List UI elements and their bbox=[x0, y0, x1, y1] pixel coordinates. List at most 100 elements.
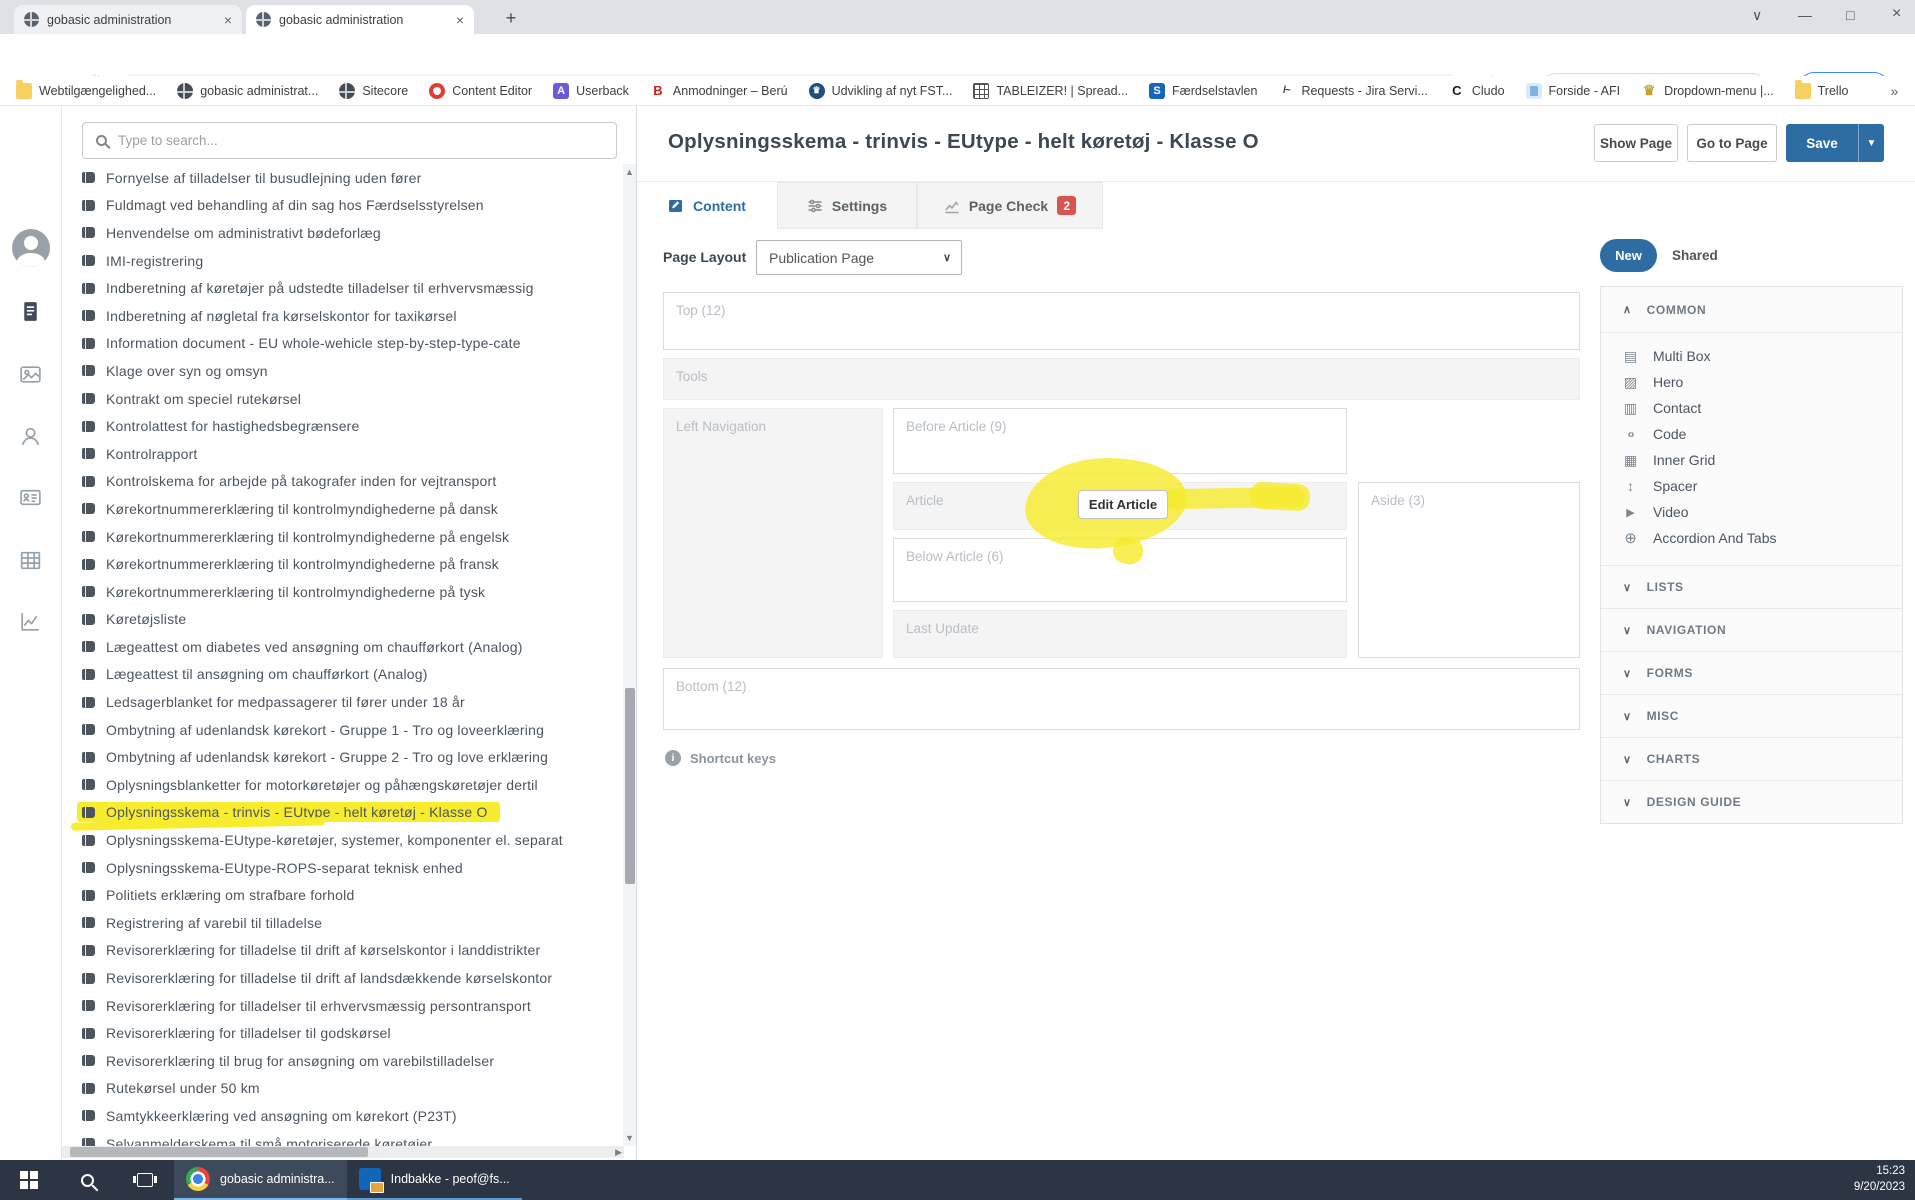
list-item[interactable]: Selvanmelderskema til små motoriserede k… bbox=[62, 1130, 625, 1146]
go-to-page-button[interactable]: Go to Page bbox=[1687, 124, 1777, 162]
list-item[interactable]: Samtykkeerklæring ved ansøgning om kørek… bbox=[62, 1102, 625, 1130]
list-item[interactable]: Kontrolskema for arbejde på takografer i… bbox=[62, 468, 625, 496]
components-shared-tab[interactable]: Shared bbox=[1672, 239, 1718, 272]
bookmark-item[interactable]: gobasic administrat... bbox=[177, 83, 318, 99]
region-last-update[interactable]: Last Update bbox=[893, 610, 1347, 658]
list-item[interactable]: Kontrolrapport bbox=[62, 440, 625, 468]
list-item[interactable]: Oplysningsskema-EUtype-køretøjer, system… bbox=[62, 826, 625, 854]
bookmark-item[interactable]: Cludo bbox=[1449, 83, 1505, 99]
list-item[interactable]: Klage over syn og omsyn bbox=[62, 357, 625, 385]
list-item[interactable]: Køretøjsliste bbox=[62, 606, 625, 634]
section-header[interactable]: ∨ NAVIGATION bbox=[1601, 608, 1902, 651]
edit-article-button[interactable]: Edit Article bbox=[1078, 490, 1168, 519]
list-item[interactable]: Lægeattest om diabetes ved ansøgning om … bbox=[62, 633, 625, 661]
component-item[interactable]: Contact bbox=[1601, 395, 1902, 421]
component-item[interactable]: Inner Grid bbox=[1601, 447, 1902, 473]
list-item[interactable]: Ledsagerblanket for medpassagerer til fø… bbox=[62, 688, 625, 716]
list-item[interactable]: Ombytning af udenlandsk kørekort - Grupp… bbox=[62, 743, 625, 771]
start-button[interactable] bbox=[0, 1160, 58, 1200]
bookmark-item[interactable]: Webtilgængelighed... bbox=[16, 83, 156, 99]
component-item[interactable]: Video bbox=[1601, 499, 1902, 525]
tab-close-icon[interactable]: × bbox=[224, 12, 232, 28]
taskbar-app-button[interactable]: gobasic administra... bbox=[174, 1160, 347, 1200]
list-item[interactable]: Politiets erklæring om strafbare forhold bbox=[62, 881, 625, 909]
bookmark-item[interactable]: Dropdown-menu |... bbox=[1641, 83, 1774, 99]
list-item[interactable]: Henvendelse om administrativt bødeforlæg bbox=[62, 219, 625, 247]
list-item[interactable]: Oplysningsskema - trinvis - EUtype - hel… bbox=[62, 799, 625, 827]
task-view-button[interactable] bbox=[116, 1160, 174, 1200]
list-item[interactable]: Kørekortnummererklæring til kontrolmyndi… bbox=[62, 495, 625, 523]
scroll-down-icon[interactable]: ▼ bbox=[623, 1133, 636, 1143]
tab-page-check[interactable]: Page Check 2 bbox=[917, 182, 1103, 229]
bookmark-item[interactable]: Sitecore bbox=[339, 83, 408, 99]
section-header[interactable]: ∨ FORMS bbox=[1601, 651, 1902, 694]
list-item[interactable]: Rutekørsel under 50 km bbox=[62, 1075, 625, 1103]
list-item[interactable]: Registrering af varebil til tilladelse bbox=[62, 909, 625, 937]
tab-content[interactable]: Content bbox=[637, 182, 777, 229]
list-item[interactable]: Revisorerklæring for tilladelser til erh… bbox=[62, 992, 625, 1020]
region-tools[interactable]: Tools bbox=[663, 358, 1580, 400]
bookmark-item[interactable]: Requests - Jira Servi... bbox=[1278, 83, 1427, 99]
bookmark-item[interactable]: Userback bbox=[553, 83, 629, 99]
list-item[interactable]: Kørekortnummererklæring til kontrolmyndi… bbox=[62, 523, 625, 551]
section-common[interactable]: ∧ COMMON bbox=[1601, 287, 1902, 333]
component-item[interactable]: Code bbox=[1601, 421, 1902, 447]
list-item[interactable]: Lægeattest til ansøgning om chaufførkort… bbox=[62, 661, 625, 689]
list-item[interactable]: Ombytning af udenlandsk kørekort - Grupp… bbox=[62, 716, 625, 744]
tab-close-icon[interactable]: × bbox=[456, 12, 464, 28]
browser-tab-2[interactable]: gobasic administration × bbox=[246, 5, 474, 34]
user-avatar[interactable] bbox=[0, 226, 61, 270]
scroll-right-icon[interactable]: ▶ bbox=[615, 1146, 622, 1158]
search-input[interactable] bbox=[118, 133, 603, 148]
minimize-button[interactable]: — bbox=[1798, 7, 1812, 23]
taskbar-app-button[interactable]: Indbakke - peof@fs... bbox=[347, 1160, 522, 1200]
bookmark-item[interactable]: Anmodninger – Berú bbox=[650, 83, 788, 99]
shortcut-keys[interactable]: i Shortcut keys bbox=[665, 750, 776, 766]
tab-search-icon[interactable]: ∨ bbox=[1752, 7, 1762, 24]
section-header[interactable]: ∨ DESIGN GUIDE bbox=[1601, 780, 1902, 823]
bookmark-item[interactable]: Udvikling af nyt FST... bbox=[809, 83, 953, 99]
bookmark-item[interactable]: Trello bbox=[1795, 83, 1849, 99]
list-item[interactable]: Indberetning af køretøjer på udstedte ti… bbox=[62, 274, 625, 302]
list-item[interactable]: Revisorerklæring til brug for ansøgning … bbox=[62, 1047, 625, 1075]
vertical-scrollbar[interactable]: ▲ ▼ bbox=[623, 164, 636, 1146]
list-item[interactable]: Fornyelse af tilladelser til busudlejnin… bbox=[62, 164, 625, 192]
list-item[interactable]: Information document - EU whole-wehicle … bbox=[62, 330, 625, 358]
taskbar-clock[interactable]: 15:23 9/20/2023 bbox=[1854, 1160, 1915, 1200]
list-item[interactable]: Oplysningsblanketter for motorkøretøjer … bbox=[62, 771, 625, 799]
list-item[interactable]: Kontrolattest for hastighedsbegrænsere bbox=[62, 412, 625, 440]
sidebar-item-contacts[interactable] bbox=[0, 475, 61, 519]
component-item[interactable]: Multi Box bbox=[1601, 343, 1902, 369]
component-item[interactable]: Accordion And Tabs bbox=[1601, 525, 1902, 551]
list-item[interactable]: Revisorerklæring for tilladelser til god… bbox=[62, 1019, 625, 1047]
sidebar-item-analytics[interactable] bbox=[0, 599, 61, 643]
close-button[interactable]: × bbox=[1892, 5, 1901, 23]
horizontal-scrollbar[interactable]: ▶ bbox=[62, 1146, 624, 1158]
list-item[interactable]: Indberetning af nøgletal fra kørselskont… bbox=[62, 302, 625, 330]
component-item[interactable]: Hero bbox=[1601, 369, 1902, 395]
scrollbar-thumb[interactable] bbox=[625, 688, 635, 884]
region-left-navigation[interactable]: Left Navigation bbox=[663, 408, 883, 658]
new-tab-button[interactable]: + bbox=[500, 7, 522, 29]
list-item[interactable]: Fuldmagt ved behandling af din sag hos F… bbox=[62, 192, 625, 220]
bookmark-item[interactable]: TABLEIZER! | Spread... bbox=[973, 83, 1128, 99]
page-layout-select[interactable]: Publication Page ∨ bbox=[756, 240, 962, 275]
components-new-tab[interactable]: New bbox=[1600, 239, 1657, 272]
tab-settings[interactable]: Settings bbox=[777, 182, 917, 229]
bookmarks-overflow-icon[interactable]: » bbox=[1890, 83, 1898, 99]
section-header[interactable]: ∨ LISTS bbox=[1601, 565, 1902, 608]
region-top[interactable]: Top (12) bbox=[663, 292, 1580, 350]
save-button[interactable]: Save bbox=[1786, 124, 1858, 162]
taskbar-search-button[interactable] bbox=[58, 1160, 116, 1200]
sidebar-item-users[interactable] bbox=[0, 414, 61, 458]
section-header[interactable]: ∨ MISC bbox=[1601, 694, 1902, 737]
bookmark-item[interactable]: Content Editor bbox=[429, 83, 532, 99]
list-item[interactable]: IMI-registrering bbox=[62, 247, 625, 275]
list-item[interactable]: Kørekortnummererklæring til kontrolmyndi… bbox=[62, 550, 625, 578]
region-bottom[interactable]: Bottom (12) bbox=[663, 668, 1580, 730]
scrollbar-thumb[interactable] bbox=[70, 1147, 368, 1157]
list-item[interactable]: Oplysningsskema-EUtype-ROPS-separat tekn… bbox=[62, 854, 625, 882]
save-dropdown-button[interactable]: ▼ bbox=[1858, 124, 1884, 162]
maximize-button[interactable]: □ bbox=[1846, 7, 1854, 23]
browser-tab-1[interactable]: gobasic administration × bbox=[14, 5, 242, 34]
